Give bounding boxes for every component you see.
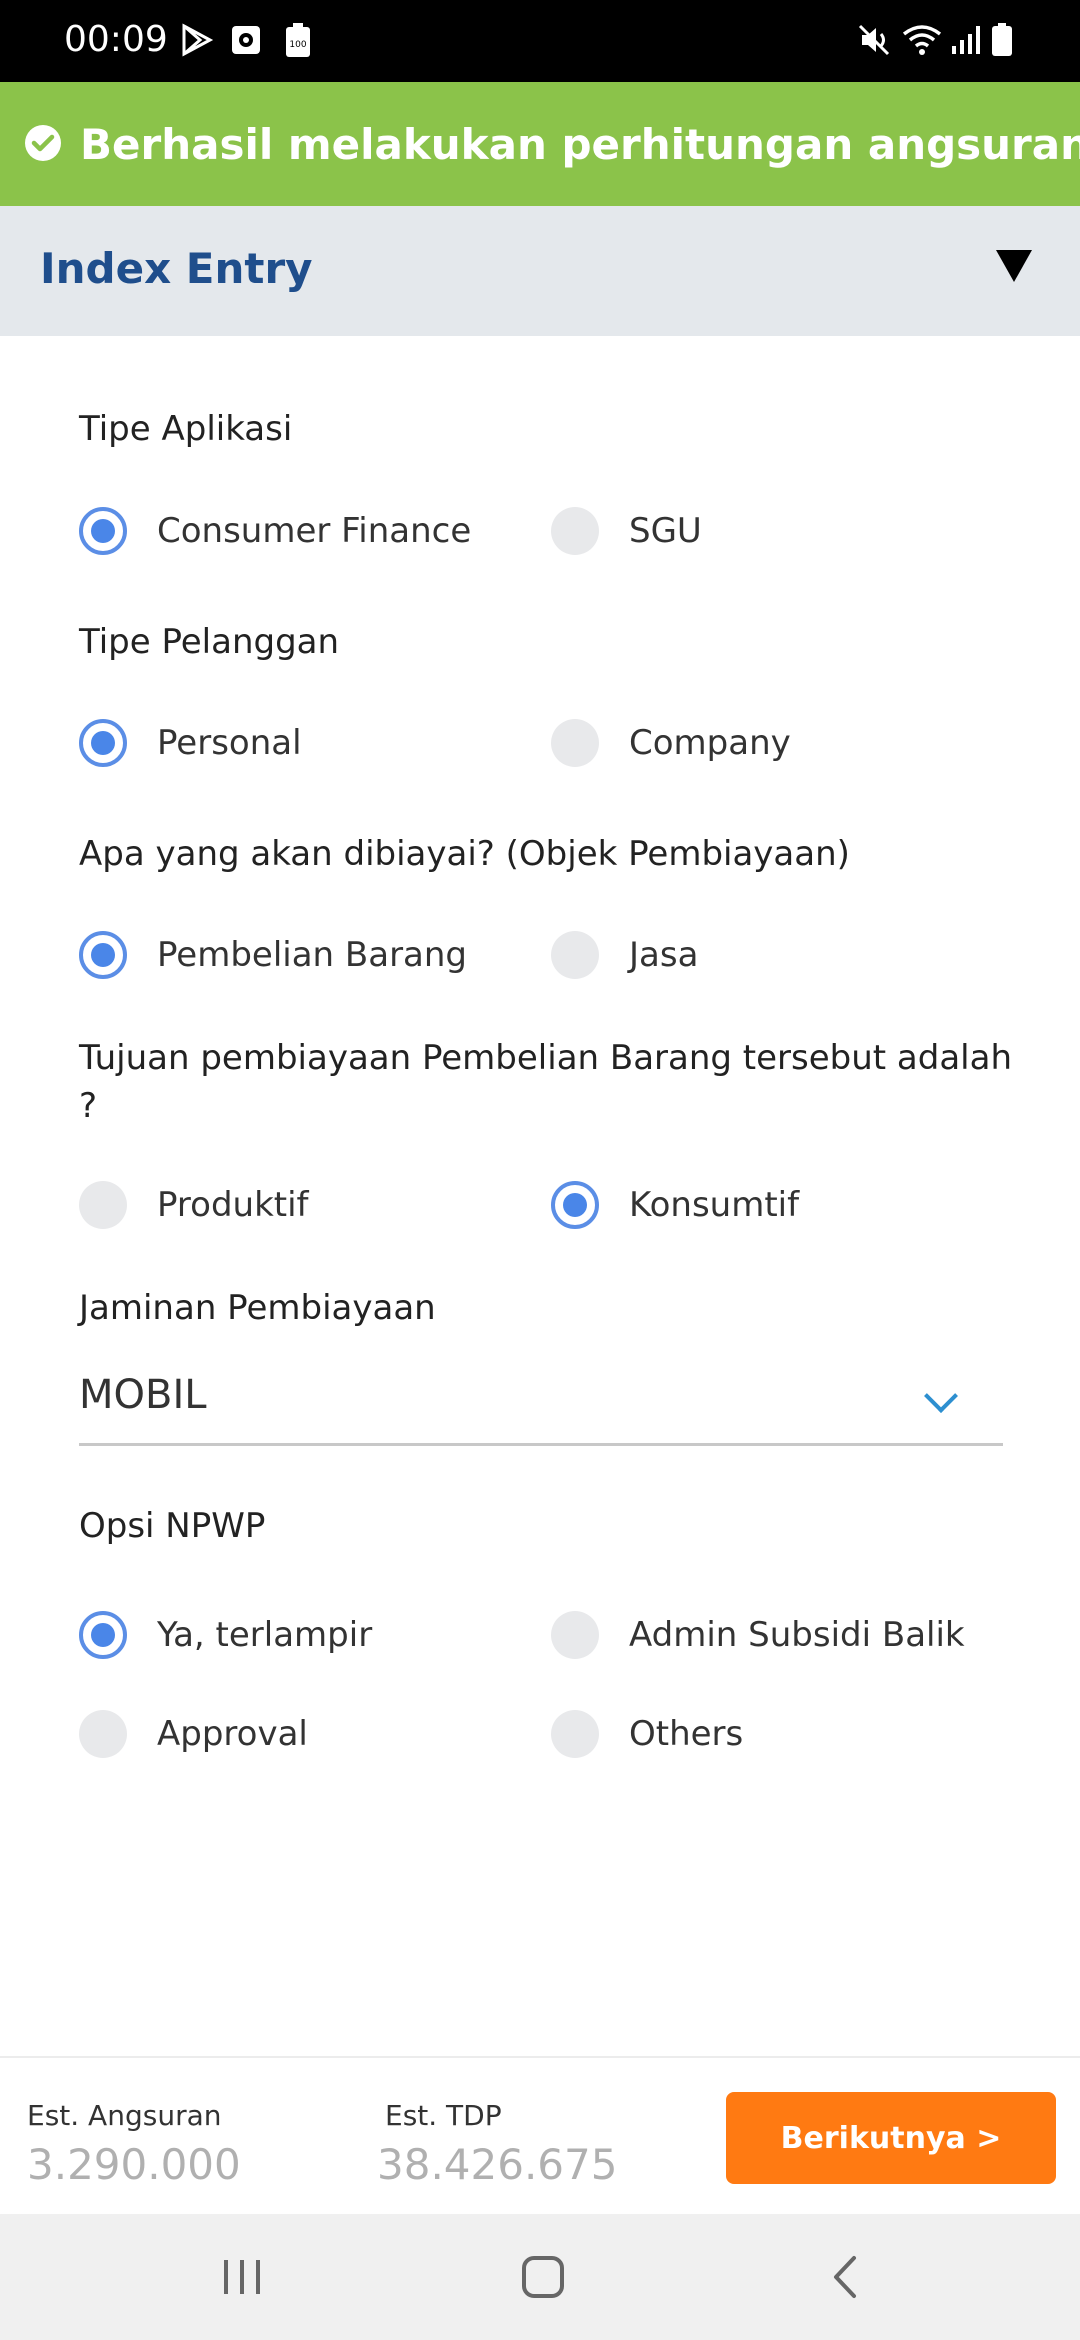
success-message: Berhasil melakukan perhitungan angsuran! [80, 120, 1080, 169]
radio-konsumtif[interactable]: Konsumtif [551, 1179, 799, 1231]
svg-text:100: 100 [289, 40, 306, 50]
play-store-icon [182, 23, 214, 57]
check-circle-icon [25, 125, 61, 161]
status-time: 00:09 [64, 19, 168, 60]
radio-button[interactable] [79, 1710, 127, 1758]
radio-button-selected[interactable] [79, 931, 127, 979]
radio-label: Produktif [157, 1185, 309, 1225]
radio-label: Pembelian Barang [157, 935, 468, 975]
npwp-label: Opsi NPWP [79, 1506, 266, 1546]
tujuan-pembiayaan-label-cont: ? [79, 1086, 98, 1126]
est-angsuran-label: Est. Angsuran [27, 2099, 222, 2132]
chevron-down-icon[interactable] [924, 1379, 958, 1413]
radio-ya-terlampir[interactable]: Ya, terlampir [79, 1609, 372, 1661]
radio-produktif[interactable]: Produktif [79, 1179, 309, 1231]
radio-label: Admin Subsidi Balik [629, 1615, 965, 1655]
next-button[interactable]: Berikutnya > [726, 2092, 1056, 2184]
back-icon[interactable] [826, 2252, 866, 2302]
radio-label: Others [629, 1714, 744, 1754]
battery-saver-icon: 100 [286, 23, 310, 57]
radio-button-selected[interactable] [79, 1611, 127, 1659]
est-tdp-label: Est. TDP [385, 2099, 502, 2132]
battery-icon [992, 23, 1012, 56]
radio-company[interactable]: Company [551, 717, 791, 769]
tipe-pelanggan-label: Tipe Pelanggan [79, 622, 340, 662]
jaminan-select[interactable]: MOBIL [79, 1360, 1003, 1446]
section-title: Index Entry [40, 244, 313, 293]
tujuan-pembiayaan-label: Tujuan pembiayaan Pembelian Barang terse… [79, 1038, 1013, 1078]
home-icon[interactable] [518, 2252, 568, 2302]
tipe-aplikasi-label: Tipe Aplikasi [79, 409, 293, 449]
radio-button-selected[interactable] [79, 719, 127, 767]
radio-button[interactable] [551, 719, 599, 767]
radio-label: Approval [157, 1714, 308, 1754]
radio-button[interactable] [551, 1710, 599, 1758]
radio-approval[interactable]: Approval [79, 1708, 308, 1760]
radio-button-selected[interactable] [551, 1181, 599, 1229]
jaminan-label: Jaminan Pembiayaan [79, 1288, 436, 1328]
radio-pembelian-barang[interactable]: Pembelian Barang [79, 929, 467, 981]
status-bar: 00:09 100 [0, 0, 1080, 82]
recent-apps-icon[interactable] [218, 2252, 266, 2302]
radio-label: Ya, terlampir [157, 1615, 373, 1655]
screen-record-icon [232, 26, 260, 54]
radio-label: Jasa [629, 935, 699, 975]
radio-button[interactable] [551, 507, 599, 555]
radio-label: SGU [629, 511, 702, 551]
radio-button-selected[interactable] [79, 507, 127, 555]
radio-admin-subsidi-balik[interactable]: Admin Subsidi Balik [551, 1609, 965, 1661]
signal-icon [952, 26, 980, 54]
est-tdp-value: 38.426.675 [377, 2140, 618, 2189]
radio-label: Konsumtif [629, 1185, 800, 1225]
radio-others[interactable]: Others [551, 1708, 743, 1760]
radio-button[interactable] [551, 931, 599, 979]
radio-consumer-finance[interactable]: Consumer Finance [79, 505, 471, 557]
radio-label: Consumer Finance [157, 511, 472, 551]
triangle-down-icon[interactable] [996, 250, 1032, 282]
radio-button[interactable] [551, 1611, 599, 1659]
jaminan-value: MOBIL [79, 1372, 207, 1418]
radio-sgu[interactable]: SGU [551, 505, 702, 557]
radio-label: Personal [157, 723, 302, 763]
radio-jasa[interactable]: Jasa [551, 929, 698, 981]
mute-icon [858, 24, 890, 56]
objek-pembiayaan-label: Apa yang akan dibiayai? (Objek Pembiayaa… [79, 834, 850, 874]
radio-label: Company [629, 723, 791, 763]
wifi-icon [902, 25, 942, 55]
radio-personal[interactable]: Personal [79, 717, 302, 769]
est-angsuran-value: 3.290.000 [27, 2140, 241, 2189]
radio-button[interactable] [79, 1181, 127, 1229]
